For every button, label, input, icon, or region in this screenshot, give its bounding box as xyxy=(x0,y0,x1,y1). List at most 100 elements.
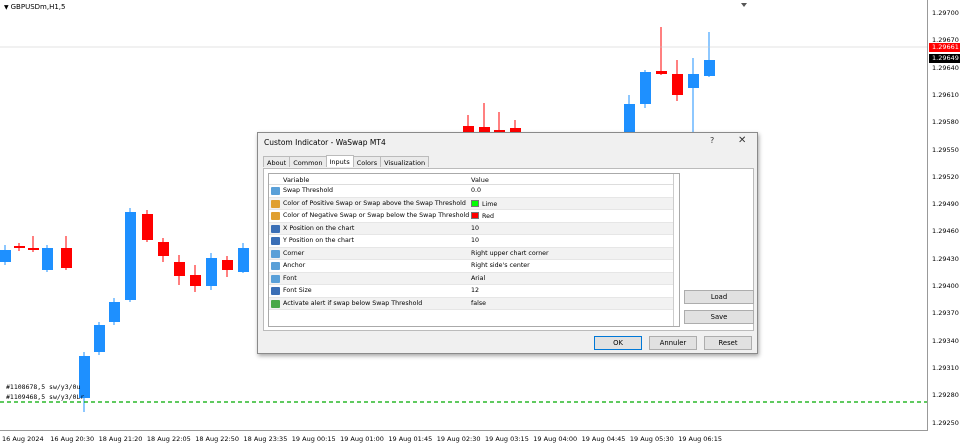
save-button[interactable]: Save xyxy=(684,310,754,324)
cancel-button[interactable]: Annuler xyxy=(649,336,697,350)
price-tick-label: 1.29400 xyxy=(932,282,959,290)
overlay-text-2: #1109468,5 sw/y3/0Lr xyxy=(6,393,85,401)
parameter-type-icon xyxy=(271,237,280,245)
row-variable: Activate alert if swap below Swap Thresh… xyxy=(283,299,423,307)
row-value-text: Right side's center xyxy=(471,262,530,269)
symbol-label: ▼ GBPUSDm,H1,5 xyxy=(4,3,65,11)
price-tick-label: 1.29640 xyxy=(932,63,959,72)
reset-button[interactable]: Reset xyxy=(704,336,752,350)
row-value[interactable]: 0.0 xyxy=(471,187,481,194)
candle-body xyxy=(79,356,90,398)
input-row[interactable]: Y Position on the chart 10 xyxy=(269,235,673,248)
ok-button[interactable]: OK xyxy=(594,336,642,350)
close-button[interactable]: ✕ xyxy=(738,135,746,146)
price-tick-label: 1.29580 xyxy=(932,118,959,127)
row-variable: Swap Threshold xyxy=(283,187,334,194)
price-tick-label: 1.29310 xyxy=(932,363,959,372)
candle-body xyxy=(109,302,120,322)
overlay-text-1: #1108678,5 sw/y3/0u xyxy=(6,383,81,391)
grid-header: Variable Value xyxy=(269,174,673,185)
row-variable: Font Size xyxy=(283,287,312,294)
parameter-type-icon xyxy=(271,287,280,295)
parameter-type-icon xyxy=(271,212,280,220)
parameter-type-icon xyxy=(271,224,280,233)
tab-colors[interactable]: Colors xyxy=(352,156,382,167)
row-value[interactable]: 10 xyxy=(471,225,479,232)
time-tick-label: 19 Aug 05:30 xyxy=(629,435,674,443)
input-row[interactable]: Anchor Right side's center xyxy=(269,260,673,273)
grid-scrollbar[interactable] xyxy=(673,174,679,326)
time-tick-label: 19 Aug 01:00 xyxy=(340,435,384,443)
tab-inputs[interactable]: Inputs xyxy=(325,155,354,167)
load-button[interactable]: Load xyxy=(684,290,754,304)
candle-body xyxy=(624,104,635,132)
candle-body xyxy=(174,262,185,276)
tab-visualization[interactable]: Visualization xyxy=(380,156,430,167)
input-row[interactable]: Corner Right upper chart corner xyxy=(269,247,673,260)
input-row[interactable]: X Position on the chart 10 xyxy=(269,222,673,235)
column-variable[interactable]: Variable xyxy=(283,176,309,184)
candle-body xyxy=(0,250,11,262)
row-value[interactable]: false xyxy=(471,300,486,307)
inputs-grid[interactable]: Variable Value Swap Threshold 0.0 Color of… xyxy=(268,173,680,327)
time-tick-label: 19 Aug 04:45 xyxy=(581,435,626,443)
parameter-type-icon xyxy=(271,199,280,208)
row-value[interactable]: Arial xyxy=(471,275,485,282)
input-row[interactable]: Activate alert if swap below Swap Thresh… xyxy=(269,297,673,310)
dialog-title: Custom Indicator - WaSwap MT4 xyxy=(264,138,386,147)
time-tick-label: 16 Aug 20:30 xyxy=(50,435,95,443)
tab-about[interactable]: About xyxy=(263,156,291,167)
row-value[interactable]: 10 xyxy=(471,237,479,244)
price-tick-label: 1.29700 xyxy=(932,9,959,17)
time-tick-label: 18 Aug 22:50 xyxy=(195,435,240,443)
row-value-text: 10 xyxy=(471,224,480,232)
column-value[interactable]: Value xyxy=(471,176,489,184)
time-tick-label: 18 Aug 23:35 xyxy=(243,435,288,443)
row-value-text: 0.0 xyxy=(471,187,482,194)
input-row[interactable]: Font Arial xyxy=(269,272,673,285)
candle-body xyxy=(672,74,683,95)
tab-common[interactable]: Common xyxy=(289,156,327,167)
row-value[interactable]: Right side's center xyxy=(471,262,530,269)
parameter-type-icon xyxy=(271,249,280,258)
row-value[interactable]: Right upper chart corner xyxy=(471,250,549,257)
row-value-text: Lime xyxy=(482,200,498,208)
candle-body xyxy=(42,248,53,270)
candle-body xyxy=(704,60,715,76)
row-value[interactable]: Lime xyxy=(471,199,498,208)
time-scale[interactable]: 16 Aug 2024 16 Aug 20:30 18 Aug 21:20 18 Au… xyxy=(0,431,960,448)
price-tick-label: 1.29550 xyxy=(932,145,959,154)
help-button[interactable]: ? xyxy=(710,136,714,145)
time-tick-label: 16 Aug 2024 xyxy=(2,435,44,443)
candle-body xyxy=(61,248,72,268)
row-value[interactable]: Red xyxy=(471,212,494,220)
candle-body xyxy=(28,248,39,250)
custom-indicator-dialog: Custom Indicator - WaSwap MT4 ? ✕ About … xyxy=(257,132,758,354)
time-tick-label: 19 Aug 06:15 xyxy=(678,435,723,443)
price-tick-label: 1.29370 xyxy=(932,309,959,318)
price-tick-label: 1.29610 xyxy=(932,90,959,99)
price-tick-label: 1.29430 xyxy=(932,254,959,263)
time-tick-label: 19 Aug 03:15 xyxy=(485,435,529,443)
candle-body xyxy=(688,74,699,88)
input-row[interactable]: Swap Threshold 0.0 xyxy=(269,185,673,198)
row-variable: Color of Negative Swap or Swap below the… xyxy=(283,212,470,219)
chart-shift-icon[interactable] xyxy=(741,3,747,7)
row-value-text: Right upper chart corner xyxy=(471,249,549,257)
row-value[interactable]: 12 xyxy=(471,287,479,294)
input-row[interactable]: Font Size 12 xyxy=(269,285,673,298)
input-row[interactable]: Color of Negative Swap or Swap below the… xyxy=(269,210,673,223)
time-tick-label: 19 Aug 00:15 xyxy=(291,435,336,443)
candle-body xyxy=(656,71,667,74)
price-tag-bid: 1.29649 xyxy=(929,54,960,63)
price-scale[interactable]: 1.29700 1.29670 1.29640 1.29610 1.29580 1.295… xyxy=(929,0,960,431)
candle-body xyxy=(222,260,233,270)
price-tick-label: 1.29520 xyxy=(932,172,959,181)
parameter-type-icon xyxy=(271,299,280,308)
input-row[interactable]: Color of Positive Swap or Swap above the… xyxy=(269,197,673,210)
candle-body xyxy=(142,214,153,240)
price-tick-label: 1.29250 xyxy=(932,418,959,427)
price-tick-label: 1.29340 xyxy=(932,336,959,345)
time-tick-label: 18 Aug 21:20 xyxy=(98,435,143,443)
row-value-text: 10 xyxy=(471,237,480,244)
